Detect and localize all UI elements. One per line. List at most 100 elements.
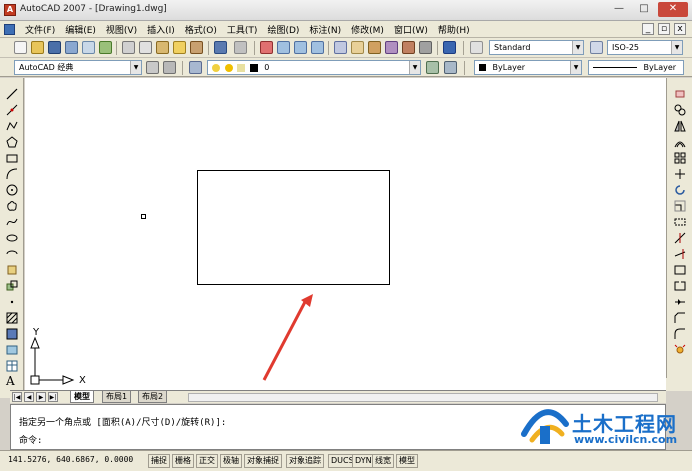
- zoom-realtime-icon[interactable]: [277, 41, 290, 54]
- multiline-text-icon[interactable]: A: [6, 375, 18, 387]
- match-properties-icon[interactable]: [173, 41, 186, 54]
- color-select[interactable]: ByLayer ▼: [474, 60, 582, 75]
- spline-icon[interactable]: [6, 216, 18, 228]
- tool-palettes-icon[interactable]: [368, 41, 381, 54]
- chevron-down-icon[interactable]: ▼: [130, 61, 141, 74]
- menu-modify[interactable]: 修改(M): [346, 23, 389, 36]
- polygon-icon[interactable]: [6, 136, 18, 148]
- command-input[interactable]: 命令:: [19, 433, 42, 446]
- document-icon[interactable]: [4, 23, 15, 35]
- pan-icon[interactable]: [260, 41, 273, 54]
- arc-icon[interactable]: [6, 168, 18, 180]
- scale-icon[interactable]: [674, 200, 686, 212]
- block-editor-icon[interactable]: [190, 41, 203, 54]
- chevron-down-icon[interactable]: ▼: [570, 61, 581, 74]
- workspace-settings-icon[interactable]: [146, 61, 159, 74]
- ellipse-icon[interactable]: [6, 232, 18, 244]
- next-tab-icon[interactable]: ▶: [36, 392, 46, 402]
- design-center-icon[interactable]: [351, 41, 364, 54]
- zoom-previous-icon[interactable]: [311, 41, 324, 54]
- table-icon[interactable]: [6, 360, 18, 372]
- fillet-icon[interactable]: [674, 328, 686, 340]
- doc-minimize-button[interactable]: _: [642, 23, 654, 35]
- erase-icon[interactable]: [674, 88, 686, 100]
- zoom-window-icon[interactable]: [294, 41, 307, 54]
- sheet-set-icon[interactable]: [385, 41, 398, 54]
- first-tab-icon[interactable]: |◀: [12, 392, 22, 402]
- chamfer-icon[interactable]: [674, 312, 686, 324]
- properties-icon[interactable]: [334, 41, 347, 54]
- workspace-select[interactable]: AutoCAD 经典 ▼: [14, 60, 142, 75]
- lineweight-toggle[interactable]: 线宽: [372, 454, 394, 468]
- vertical-scrollbar[interactable]: [666, 378, 692, 391]
- trim-icon[interactable]: [674, 232, 686, 244]
- menu-view[interactable]: 视图(V): [101, 23, 142, 36]
- layer-manager-icon[interactable]: [189, 61, 202, 74]
- publish-icon[interactable]: [99, 41, 112, 54]
- rotate-icon[interactable]: [674, 184, 686, 196]
- gradient-icon[interactable]: [6, 328, 18, 340]
- move-icon[interactable]: [674, 168, 686, 180]
- linetype-select[interactable]: ByLayer: [588, 60, 684, 75]
- polar-toggle[interactable]: 极轴: [220, 454, 242, 468]
- osnap-toggle[interactable]: 对象捕捉: [244, 454, 282, 468]
- dim-style-select[interactable]: ISO-25 ▼: [607, 40, 683, 55]
- mirror-icon[interactable]: [674, 120, 686, 132]
- extend-icon[interactable]: [674, 248, 686, 260]
- text-style-select[interactable]: Standard ▼: [489, 40, 584, 55]
- polyline-icon[interactable]: [6, 120, 18, 132]
- break-at-point-icon[interactable]: [674, 264, 686, 276]
- copy-object-icon[interactable]: [674, 104, 686, 116]
- construction-line-icon[interactable]: [6, 104, 18, 116]
- model-toggle[interactable]: 模型: [396, 454, 418, 468]
- make-object-layer-current-icon[interactable]: [426, 61, 439, 74]
- paste-icon[interactable]: [156, 41, 169, 54]
- circle-icon[interactable]: [6, 184, 18, 196]
- last-tab-icon[interactable]: ▶|: [48, 392, 58, 402]
- offset-icon[interactable]: [674, 136, 686, 148]
- close-button[interactable]: ✕: [658, 2, 688, 17]
- menu-edit[interactable]: 编辑(E): [60, 23, 101, 36]
- undo-icon[interactable]: [214, 41, 227, 54]
- snap-toggle[interactable]: 捕捉: [148, 454, 170, 468]
- doc-restore-button[interactable]: ▫: [658, 23, 670, 35]
- region-icon[interactable]: [6, 344, 18, 356]
- point-icon[interactable]: [6, 296, 18, 308]
- line-icon[interactable]: [6, 88, 18, 100]
- tab-model[interactable]: 模型: [70, 391, 94, 403]
- hatch-icon[interactable]: [6, 312, 18, 324]
- layer-previous-icon[interactable]: [444, 61, 457, 74]
- save-icon[interactable]: [48, 41, 61, 54]
- menu-dimension[interactable]: 标注(N): [304, 23, 346, 36]
- redo-icon[interactable]: [234, 41, 247, 54]
- explode-icon[interactable]: [674, 344, 686, 356]
- menu-insert[interactable]: 插入(I): [142, 23, 180, 36]
- insert-block-icon[interactable]: [6, 264, 18, 276]
- open-file-icon[interactable]: [31, 41, 44, 54]
- otrack-toggle[interactable]: 对象追踪: [286, 454, 324, 468]
- array-icon[interactable]: [674, 152, 686, 164]
- grid-toggle[interactable]: 栅格: [172, 454, 194, 468]
- ortho-toggle[interactable]: 正交: [196, 454, 218, 468]
- layer-select[interactable]: 0 ▼: [207, 60, 421, 75]
- help-icon[interactable]: [443, 41, 456, 54]
- cut-icon[interactable]: [122, 41, 135, 54]
- chevron-down-icon[interactable]: ▼: [409, 61, 420, 74]
- doc-close-button[interactable]: x: [674, 23, 686, 35]
- menu-file[interactable]: 文件(F): [20, 23, 60, 36]
- dim-style-icon[interactable]: [590, 41, 603, 54]
- menu-draw[interactable]: 绘图(D): [262, 23, 304, 36]
- quickcalc-icon[interactable]: [419, 41, 432, 54]
- chevron-down-icon[interactable]: ▼: [671, 41, 682, 54]
- make-block-icon[interactable]: [6, 280, 18, 292]
- copy-icon[interactable]: [139, 41, 152, 54]
- print-icon[interactable]: [65, 41, 78, 54]
- tab-layout1[interactable]: 布局1: [102, 391, 132, 403]
- revision-cloud-icon[interactable]: [6, 200, 18, 212]
- menu-format[interactable]: 格式(O): [180, 23, 222, 36]
- ellipse-arc-icon[interactable]: [6, 248, 18, 260]
- menu-window[interactable]: 窗口(W): [389, 23, 433, 36]
- menu-help[interactable]: 帮助(H): [433, 23, 475, 36]
- my-workspace-icon[interactable]: [163, 61, 176, 74]
- menu-tools[interactable]: 工具(T): [222, 23, 263, 36]
